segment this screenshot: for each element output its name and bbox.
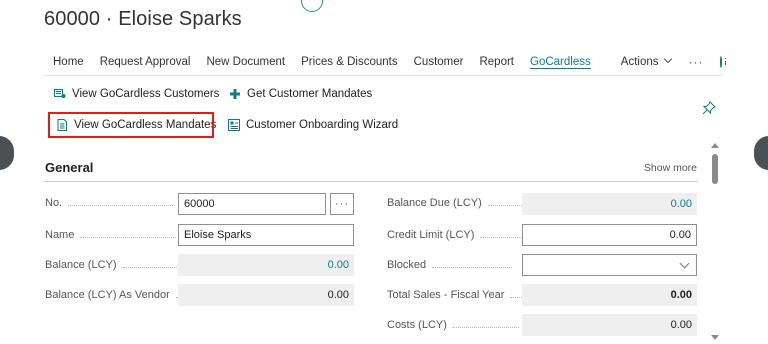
credit-limit-field[interactable]: 0.00	[522, 224, 697, 246]
chevron-down-icon	[663, 54, 672, 63]
label-leader	[452, 326, 519, 328]
actions-menu-button[interactable]: Actions	[613, 54, 679, 68]
view-gocardless-customers-label: View GoCardless Customers	[72, 88, 220, 100]
no-field[interactable]: 60000	[178, 193, 326, 215]
customer-onboarding-wizard-button[interactable]: Customer Onboarding Wizard	[228, 119, 398, 131]
plus-icon	[230, 89, 240, 99]
balance-lcy-value[interactable]: 0.00	[178, 254, 354, 276]
top-indicator-icon	[301, 0, 323, 12]
balance-vendor-label-text: Balance (LCY) As Vendor	[45, 289, 170, 301]
tab-new-document[interactable]: New Document	[198, 56, 293, 68]
get-customer-mandates-label: Get Customer Mandates	[247, 88, 373, 100]
name-field-label: Name	[45, 229, 177, 241]
total-sales-label-text: Total Sales - Fiscal Year	[387, 289, 505, 301]
tab-request-approval[interactable]: Request Approval	[92, 56, 199, 68]
section-title[interactable]: General	[45, 160, 93, 175]
total-sales-field-label: Total Sales - Fiscal Year	[387, 289, 525, 301]
info-icon[interactable]	[719, 55, 725, 68]
scrollbar-thumb[interactable]	[712, 154, 718, 184]
page-title: 60000 · Eloise Sparks	[44, 8, 242, 30]
label-leader	[432, 266, 513, 268]
scroll-down-arrow-icon[interactable]	[711, 335, 719, 340]
customer-onboarding-wizard-label: Customer Onboarding Wizard	[246, 119, 399, 131]
blocked-field-label: Blocked	[387, 259, 513, 271]
balance-due-field-label: Balance Due (LCY)	[387, 197, 522, 209]
blocked-label-text: Blocked	[387, 259, 427, 271]
costs-value: 0.00	[522, 314, 697, 336]
balance-vendor-field-label: Balance (LCY) As Vendor	[45, 289, 184, 301]
more-options-button[interactable]: ···	[679, 55, 714, 69]
balance-due-label-text: Balance Due (LCY)	[387, 197, 482, 209]
section-divider	[44, 181, 698, 182]
show-more-link[interactable]: Show more	[644, 162, 697, 174]
no-lookup-button[interactable]: ···	[330, 193, 354, 215]
tab-home[interactable]: Home	[44, 56, 92, 68]
view-gocardless-customers-button[interactable]: View GoCardless Customers	[54, 88, 219, 100]
tab-customer[interactable]: Customer	[406, 56, 472, 68]
credit-limit-field-label: Credit Limit (LCY)	[387, 229, 523, 241]
balance-due-value[interactable]: 0.00	[522, 193, 697, 215]
no-label-text: No.	[45, 197, 63, 209]
balance-vendor-value: 0.00	[178, 284, 354, 306]
label-leader	[122, 266, 181, 268]
name-field[interactable]: Eloise Sparks	[178, 224, 354, 246]
blocked-select[interactable]	[522, 254, 697, 276]
wizard-icon	[228, 119, 240, 131]
costs-field-label: Costs (LCY)	[387, 319, 519, 331]
name-label-text: Name	[45, 229, 75, 241]
previous-record-button[interactable]	[0, 136, 14, 170]
action-bar: Home Request Approval New Document Price…	[44, 48, 725, 76]
no-field-label: No.	[45, 197, 174, 209]
tab-report[interactable]: Report	[471, 56, 522, 68]
label-leader	[480, 236, 523, 238]
tab-gocardless[interactable]: GoCardless	[522, 56, 599, 68]
total-sales-value: 0.00	[522, 284, 697, 306]
pin-icon[interactable]	[702, 101, 716, 115]
label-leader	[68, 204, 174, 206]
balance-lcy-label-text: Balance (LCY)	[45, 259, 117, 271]
highlight-box	[48, 112, 214, 138]
tab-prices-discounts[interactable]: Prices & Discounts	[293, 56, 406, 68]
balance-lcy-field-label: Balance (LCY)	[45, 259, 181, 271]
actions-menu-label: Actions	[620, 55, 659, 68]
customers-list-icon	[54, 89, 66, 98]
label-leader	[487, 204, 522, 206]
credit-limit-label-text: Credit Limit (LCY)	[387, 229, 475, 241]
label-leader	[80, 236, 177, 238]
next-record-button[interactable]	[754, 136, 768, 170]
scroll-up-arrow-icon[interactable]	[711, 143, 719, 148]
get-customer-mandates-button[interactable]: Get Customer Mandates	[229, 88, 372, 100]
costs-label-text: Costs (LCY)	[387, 319, 447, 331]
